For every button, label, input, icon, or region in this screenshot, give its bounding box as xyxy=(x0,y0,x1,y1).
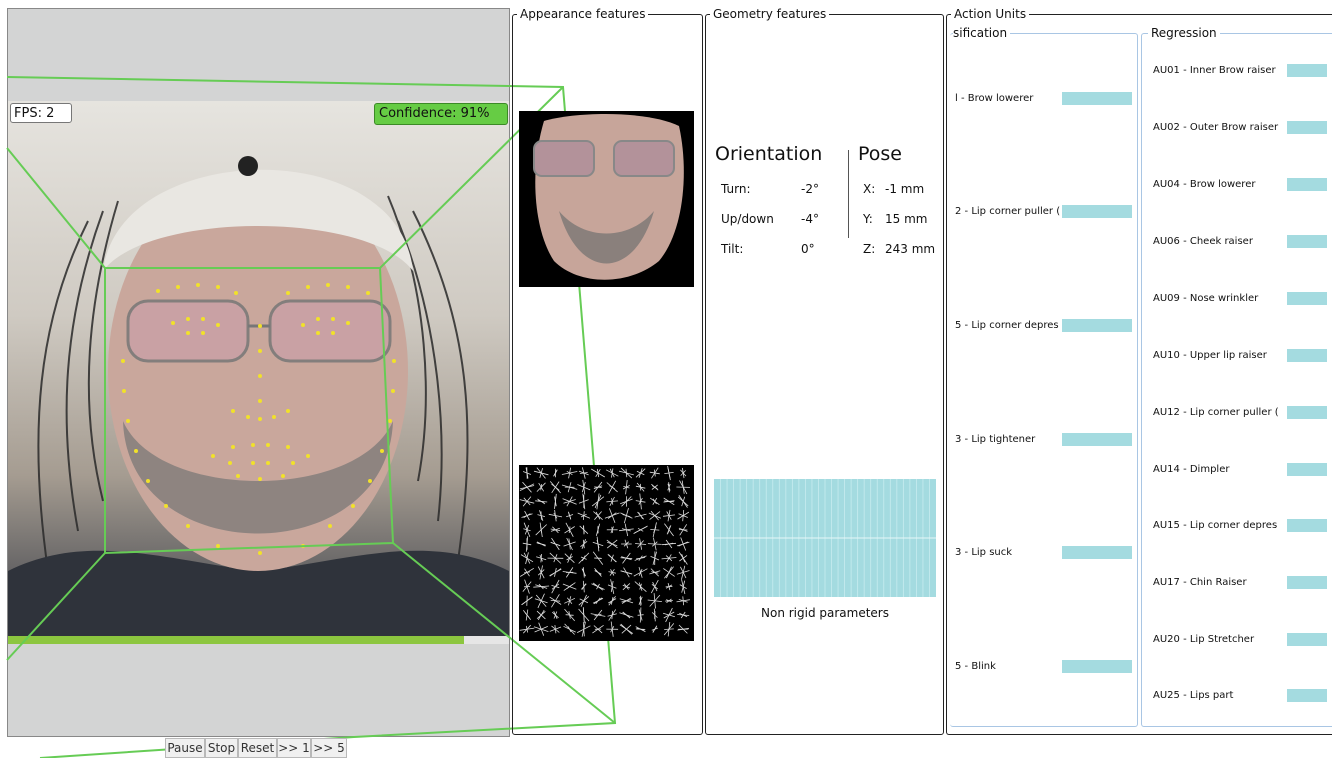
regression-au-bar xyxy=(1287,689,1327,702)
orientation-tilt-label: Tilt: xyxy=(721,242,744,256)
regression-au-label: AU12 - Lip corner puller ( xyxy=(1153,407,1279,418)
hog-features-image xyxy=(519,465,694,641)
classification-au-label: 3 - Lip tightener xyxy=(955,434,1036,445)
geometry-features-title: Geometry features xyxy=(710,7,830,21)
pose-y-label: Y: xyxy=(863,212,873,226)
regression-title: Regression xyxy=(1148,26,1220,40)
geometry-features-group xyxy=(705,14,944,735)
action-units-title: Action Units xyxy=(951,7,1030,21)
pose-table: X: -1 mm Y: 15 mm Z: 243 mm xyxy=(863,182,939,262)
classification-au-indicator xyxy=(1062,660,1132,673)
orientation-pose-divider xyxy=(848,150,849,238)
classification-au-indicator xyxy=(1062,433,1132,446)
confidence-bar-fill xyxy=(8,636,464,644)
regression-au-bar xyxy=(1287,292,1327,305)
camera-frame: FPS: 2 Confidence: 91% xyxy=(8,101,509,636)
orientation-table: Turn: -2° Up/down -4° Tilt: 0° xyxy=(721,182,831,262)
orientation-updown-label: Up/down xyxy=(721,212,774,226)
classification-au-indicator xyxy=(1062,205,1132,218)
regression-au-label: AU17 - Chin Raiser xyxy=(1153,577,1247,588)
classification-box xyxy=(950,33,1138,727)
orientation-tilt-value: 0° xyxy=(801,242,815,256)
appearance-features-title: Appearance features xyxy=(517,7,649,21)
confidence-bar xyxy=(8,636,509,644)
regression-au-label: AU06 - Cheek raiser xyxy=(1153,236,1253,247)
regression-au-bar xyxy=(1287,633,1327,646)
regression-au-label: AU04 - Brow lowerer xyxy=(1153,179,1256,190)
fps-label: FPS: 2 xyxy=(10,103,72,123)
pause-button[interactable]: Pause xyxy=(165,738,205,758)
classification-au-indicator xyxy=(1062,319,1132,332)
regression-au-label: AU20 - Lip Stretcher xyxy=(1153,634,1255,645)
reset-button[interactable]: Reset xyxy=(238,738,277,758)
non-rigid-parameters-chart xyxy=(714,479,936,597)
video-panel: FPS: 2 Confidence: 91% xyxy=(7,8,510,737)
classification-au-label: 2 - Lip corner puller ( xyxy=(955,206,1061,217)
pose-z-value: 243 mm xyxy=(885,242,936,256)
regression-au-bar xyxy=(1287,121,1327,134)
regression-box xyxy=(1141,33,1332,727)
stop-button[interactable]: Stop xyxy=(205,738,238,758)
pose-y-value: 15 mm xyxy=(885,212,928,226)
regression-au-bar xyxy=(1287,463,1327,476)
regression-au-label: AU15 - Lip corner depres xyxy=(1153,520,1278,531)
orientation-turn-value: -2° xyxy=(801,182,819,196)
regression-au-bar xyxy=(1287,349,1327,362)
regression-au-label: AU14 - Dimpler xyxy=(1153,464,1230,475)
orientation-turn-label: Turn: xyxy=(721,182,751,196)
regression-au-label: AU25 - Lips part xyxy=(1153,690,1234,701)
regression-au-label: AU01 - Inner Brow raiser xyxy=(1153,65,1276,76)
classification-au-label: 5 - Blink xyxy=(955,661,996,672)
regression-au-bar xyxy=(1287,64,1327,77)
facial-landmarks xyxy=(121,283,396,555)
aligned-face-image xyxy=(519,111,694,287)
regression-au-label: AU09 - Nose wrinkler xyxy=(1153,293,1259,304)
classification-au-label: l - Brow lowerer xyxy=(955,93,1034,104)
classification-au-indicator xyxy=(1062,92,1132,105)
pose-title: Pose xyxy=(858,143,902,165)
regression-au-bar xyxy=(1287,519,1327,532)
regression-au-bar xyxy=(1287,576,1327,589)
regression-au-bar xyxy=(1287,406,1327,419)
regression-au-label: AU02 - Outer Brow raiser xyxy=(1153,122,1279,133)
non-rigid-parameters-label: Non rigid parameters xyxy=(761,606,889,620)
regression-au-bar xyxy=(1287,178,1327,191)
classification-au-label: 3 - Lip suck xyxy=(955,547,1013,558)
pose-x-value: -1 mm xyxy=(885,182,925,196)
confidence-label: Confidence: 91% xyxy=(374,103,508,125)
classification-au-indicator xyxy=(1062,546,1132,559)
skip-5-button[interactable]: >> 5 xyxy=(311,738,347,758)
regression-au-label: AU10 - Upper lip raiser xyxy=(1153,350,1267,361)
pose-x-label: X: xyxy=(863,182,876,196)
classification-title: sification xyxy=(953,26,1011,40)
orientation-title: Orientation xyxy=(715,143,823,165)
classification-au-label: 5 - Lip corner depres xyxy=(955,320,1059,331)
regression-au-bar xyxy=(1287,235,1327,248)
skip-1-button[interactable]: >> 1 xyxy=(277,738,311,758)
orientation-updown-value: -4° xyxy=(801,212,819,226)
pose-z-label: Z: xyxy=(863,242,876,256)
